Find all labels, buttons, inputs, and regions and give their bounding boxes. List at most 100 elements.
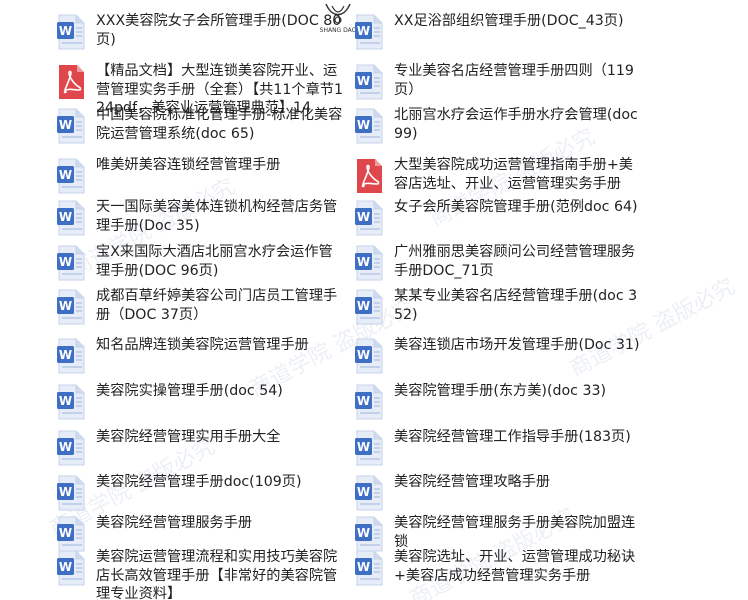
word-doc-icon: W <box>354 289 384 325</box>
word-doc-icon: W <box>56 158 86 194</box>
word-doc-icon: W <box>354 550 384 586</box>
svg-text:W: W <box>357 485 370 499</box>
document-list-item[interactable]: W 唯美妍美容连锁经营管理手册 <box>56 156 346 194</box>
document-title[interactable]: 唯美妍美容连锁经营管理手册 <box>96 156 346 175</box>
pdf-icon <box>354 158 384 194</box>
document-title[interactable]: 中国美容院标准化管理手册-标准化美容院运营管理系统(doc 65) <box>96 106 346 143</box>
word-doc-icon: W <box>354 516 384 552</box>
word-doc-icon: W <box>56 338 86 374</box>
document-title[interactable]: 宝X来国际大酒店北丽宫水疗会运作管理手册(DOC 96页) <box>96 243 346 280</box>
word-doc-icon: W <box>56 475 86 511</box>
svg-text:W: W <box>59 168 72 182</box>
document-list-item[interactable]: W 某某专业美容名店经营管理手册(doc 352) <box>354 287 644 325</box>
document-title[interactable]: 知名品牌连锁美容院运营管理手册 <box>96 336 346 355</box>
document-title[interactable]: 成都百草纤婷美容公司门店员工管理手册（DOC 37页） <box>96 287 346 324</box>
svg-text:W: W <box>59 485 72 499</box>
document-title[interactable]: 美容连锁店市场开发管理手册(Doc 31) <box>394 336 644 355</box>
document-title[interactable]: 美容院经营管理攻略手册 <box>394 473 644 492</box>
word-doc-icon: W <box>56 516 86 552</box>
svg-text:W: W <box>59 560 72 574</box>
document-title[interactable]: 某某专业美容名店经营管理手册(doc 352) <box>394 287 644 324</box>
document-list-item[interactable]: W 美容院实操管理手册(doc 54) <box>56 382 346 420</box>
document-title[interactable]: 美容院运营管理流程和实用技巧美容院店长高效管理手册【非常好的美容院管理专业资料】 <box>96 548 346 600</box>
svg-text:W: W <box>59 348 72 362</box>
document-list-item[interactable]: W 北丽宫水疗会运作手册水疗会管理(doc 99) <box>354 106 644 144</box>
document-title[interactable]: 美容院实操管理手册(doc 54) <box>96 382 346 401</box>
word-doc-icon: W <box>354 14 384 50</box>
word-doc-icon: W <box>56 245 86 281</box>
document-title[interactable]: 美容院经营管理手册doc(109页) <box>96 473 346 492</box>
document-list-item[interactable]: W 宝X来国际大酒店北丽宫水疗会运作管理手册(DOC 96页) <box>56 243 346 281</box>
document-list-item[interactable]: W 美容院经营管理攻略手册 <box>354 473 644 511</box>
document-list-item[interactable]: W 美容院管理手册(东方美)(doc 33) <box>354 382 644 420</box>
document-title[interactable]: 美容院经营管理实用手册大全 <box>96 428 346 447</box>
document-title[interactable]: 北丽宫水疗会运作手册水疗会管理(doc 99) <box>394 106 644 143</box>
word-doc-icon: W <box>354 245 384 281</box>
document-page: SHANG DAO 商道学院 盗版必究 商道学院 盗版必究 商道学院 盗版必究 商道学… <box>0 0 748 600</box>
document-title[interactable]: 广州雅丽思美容顾问公司经营管理服务手册DOC_71页 <box>394 243 644 280</box>
document-list-item[interactable]: W 美容院经营管理工作指导手册(183页) <box>354 428 644 466</box>
document-title[interactable]: 美容院经营管理服务手册 <box>96 514 346 533</box>
pdf-icon <box>56 64 86 100</box>
svg-text:W: W <box>357 255 370 269</box>
word-doc-icon: W <box>56 550 86 586</box>
word-doc-icon: W <box>354 384 384 420</box>
word-doc-icon: W <box>354 430 384 466</box>
word-doc-icon: W <box>354 200 384 236</box>
word-doc-icon: W <box>354 338 384 374</box>
document-list-item[interactable]: W 专业美容名店经营管理手册四则（119页） <box>354 62 644 100</box>
svg-text:W: W <box>357 394 370 408</box>
svg-text:W: W <box>357 24 370 38</box>
document-list-item[interactable]: W 美容院经营管理服务手册 <box>56 514 346 552</box>
word-doc-icon: W <box>56 430 86 466</box>
document-list-item[interactable]: W 美容院运营管理流程和实用技巧美容院店长高效管理手册【非常好的美容院管理专业资… <box>56 548 346 600</box>
document-list-item[interactable]: W 女子会所美容院管理手册(范例doc 64) <box>354 198 644 236</box>
word-doc-icon: W <box>56 289 86 325</box>
svg-text:W: W <box>357 560 370 574</box>
svg-text:W: W <box>59 394 72 408</box>
document-list-item[interactable]: W XXX美容院女子会所管理手册(DOC 80页) <box>56 12 346 50</box>
document-list-item[interactable]: W 美容院经营管理服务手册美容院加盟连锁 <box>354 514 644 552</box>
document-list-item[interactable]: W 美容院经营管理实用手册大全 <box>56 428 346 466</box>
document-list-item[interactable]: W 美容院选址、开业、运营管理成功秘诀+美容店成功经营管理实务手册 <box>354 548 644 586</box>
document-list-item[interactable]: W 美容院经营管理手册doc(109页) <box>56 473 346 511</box>
document-list-item[interactable]: W 成都百草纤婷美容公司门店员工管理手册（DOC 37页） <box>56 287 346 325</box>
document-title[interactable]: 女子会所美容院管理手册(范例doc 64) <box>394 198 644 217</box>
document-title[interactable]: XX足浴部组织管理手册(DOC_43页) <box>394 12 644 31</box>
svg-text:W: W <box>357 299 370 313</box>
svg-text:W: W <box>357 348 370 362</box>
document-title[interactable]: 天一国际美容美体连锁机构经营店务管理手册(Doc 35) <box>96 198 346 235</box>
document-title[interactable]: XXX美容院女子会所管理手册(DOC 80页) <box>96 12 346 49</box>
document-list-item[interactable]: W 中国美容院标准化管理手册-标准化美容院运营管理系统(doc 65) <box>56 106 346 144</box>
document-title[interactable]: 美容院选址、开业、运营管理成功秘诀+美容店成功经营管理实务手册 <box>394 548 644 585</box>
word-doc-icon: W <box>354 64 384 100</box>
svg-text:W: W <box>59 440 72 454</box>
document-list-item[interactable]: W 知名品牌连锁美容院运营管理手册 <box>56 336 346 374</box>
document-title[interactable]: 大型美容院成功运营管理指南手册+美容店选址、开业、运营管理实务手册 <box>394 156 644 193</box>
svg-text:W: W <box>59 24 72 38</box>
document-title[interactable]: 美容院管理手册(东方美)(doc 33) <box>394 382 644 401</box>
svg-text:W: W <box>59 255 72 269</box>
svg-text:W: W <box>357 440 370 454</box>
document-list-item[interactable]: W XX足浴部组织管理手册(DOC_43页) <box>354 12 644 50</box>
svg-text:W: W <box>59 299 72 313</box>
svg-text:W: W <box>59 118 72 132</box>
word-doc-icon: W <box>354 475 384 511</box>
document-title[interactable]: 美容院经营管理工作指导手册(183页) <box>394 428 644 447</box>
word-doc-icon: W <box>56 384 86 420</box>
word-doc-icon: W <box>56 200 86 236</box>
document-list-item[interactable]: W 广州雅丽思美容顾问公司经营管理服务手册DOC_71页 <box>354 243 644 281</box>
document-list-item[interactable]: W 天一国际美容美体连锁机构经营店务管理手册(Doc 35) <box>56 198 346 236</box>
document-title[interactable]: 专业美容名店经营管理手册四则（119页） <box>394 62 644 99</box>
svg-text:W: W <box>357 526 370 540</box>
word-doc-icon: W <box>56 14 86 50</box>
svg-text:W: W <box>59 210 72 224</box>
svg-text:W: W <box>59 526 72 540</box>
document-list-item[interactable]: 大型美容院成功运营管理指南手册+美容店选址、开业、运营管理实务手册 <box>354 156 644 194</box>
word-doc-icon: W <box>354 108 384 144</box>
document-title[interactable]: 美容院经营管理服务手册美容院加盟连锁 <box>394 514 644 551</box>
svg-text:W: W <box>357 118 370 132</box>
word-doc-icon: W <box>56 108 86 144</box>
svg-text:W: W <box>357 210 370 224</box>
document-list-item[interactable]: W 美容连锁店市场开发管理手册(Doc 31) <box>354 336 644 374</box>
